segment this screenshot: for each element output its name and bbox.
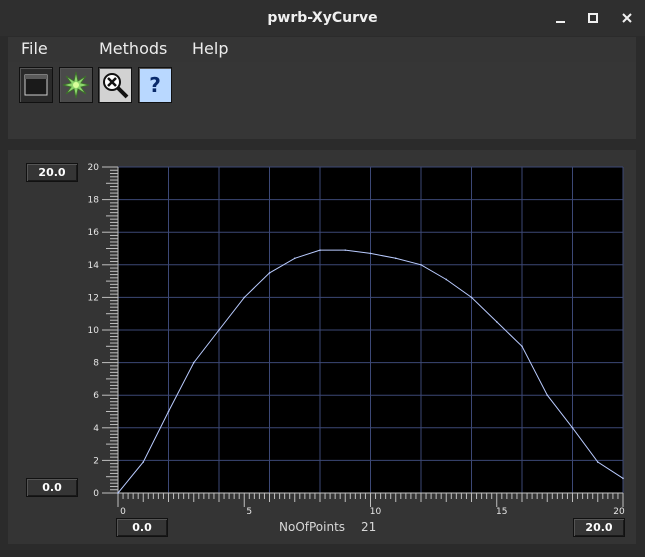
curve-point bbox=[622, 477, 624, 480]
y-tick-label: 0 bbox=[93, 489, 99, 499]
curve-point bbox=[420, 264, 422, 266]
curve-point bbox=[394, 257, 397, 260]
curve-point bbox=[470, 296, 473, 299]
curve-point bbox=[546, 394, 549, 397]
y-tick-label: 4 bbox=[93, 424, 99, 434]
y-tick-label: 2 bbox=[93, 456, 99, 466]
y-tick-label: 16 bbox=[88, 228, 100, 238]
y-tick-label: 12 bbox=[88, 293, 99, 303]
curve-point bbox=[571, 427, 574, 429]
curve-point bbox=[495, 321, 498, 323]
curve-point bbox=[344, 249, 347, 251]
x-tick-label: 20 bbox=[613, 507, 625, 517]
curve-point bbox=[243, 296, 246, 299]
curve-point bbox=[167, 410, 170, 413]
x-tick-label: 10 bbox=[370, 507, 382, 517]
y-tick-label: 14 bbox=[88, 261, 100, 271]
xy-curve-chart: 0 2 4 6 8 10 12 14 16 18 20 0 5 10 15 20 bbox=[88, 163, 625, 517]
curve-point bbox=[142, 461, 145, 463]
y-tick-label: 18 bbox=[88, 196, 100, 206]
curve-point bbox=[596, 461, 599, 463]
curve-point bbox=[369, 252, 372, 255]
x-tick-label: 0 bbox=[120, 507, 126, 517]
curve-point bbox=[521, 345, 523, 348]
curve-point bbox=[293, 257, 296, 260]
curve-point bbox=[218, 329, 220, 331]
y-tick-label: 10 bbox=[88, 326, 100, 336]
x-tick-label: 5 bbox=[246, 507, 252, 517]
y-tick-label: 8 bbox=[93, 359, 99, 369]
curve-point bbox=[445, 278, 448, 281]
x-tick-label: 15 bbox=[496, 507, 507, 517]
curve-point bbox=[268, 272, 271, 274]
y-tick-label: 6 bbox=[93, 391, 99, 401]
y-tick-label: 20 bbox=[88, 163, 100, 173]
curve-point bbox=[117, 492, 119, 494]
curve-point bbox=[192, 361, 195, 364]
curve-point bbox=[319, 249, 321, 251]
